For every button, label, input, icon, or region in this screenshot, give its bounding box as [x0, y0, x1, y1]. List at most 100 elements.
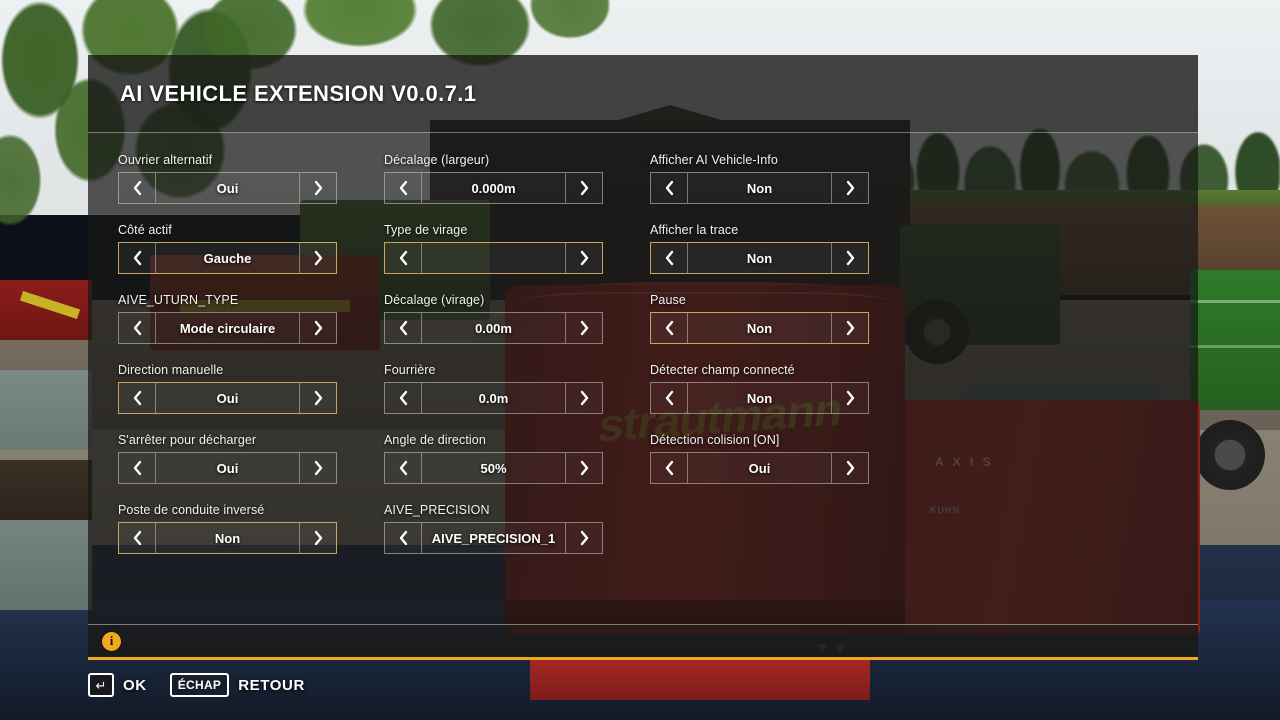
setting-label: Angle de direction: [384, 433, 486, 447]
chevron-right-icon[interactable]: [300, 453, 336, 483]
chevron-left-icon[interactable]: [385, 173, 421, 203]
chevron-right-icon[interactable]: [300, 243, 336, 273]
selector-value: Mode circulaire: [179, 320, 276, 336]
option-selector[interactable]: 0.00m: [384, 312, 603, 344]
foreground-panel-upper: [0, 370, 92, 450]
chevron-left-icon[interactable]: [651, 243, 687, 273]
selector-value: Non: [746, 180, 773, 196]
option-selector[interactable]: Mode circulaire: [118, 312, 337, 344]
setting-row: Angle de direction 50%: [384, 433, 603, 484]
option-selector[interactable]: Non: [650, 382, 869, 414]
setting-row: AIVE_UTURN_TYPE Mode circulaire: [118, 293, 337, 344]
chevron-left-icon[interactable]: [119, 173, 155, 203]
chevron-right-icon[interactable]: [832, 313, 868, 343]
chevron-right-icon[interactable]: [300, 523, 336, 553]
option-selector[interactable]: Oui: [118, 172, 337, 204]
option-selector[interactable]: AIVE_PRECISION_1: [384, 522, 603, 554]
chevron-left-icon[interactable]: [119, 383, 155, 413]
chevron-right-icon[interactable]: [300, 173, 336, 203]
spreader-base-plate: [530, 660, 870, 700]
setting-row: Décalage (virage) 0.00m: [384, 293, 603, 344]
selector-value: [422, 243, 565, 273]
enter-key-icon[interactable]: ↵: [88, 673, 114, 697]
info-icon[interactable]: i: [102, 631, 121, 651]
chevron-right-icon[interactable]: [832, 453, 868, 483]
selector-value: 0.000m: [471, 180, 516, 196]
chevron-right-icon[interactable]: [566, 453, 602, 483]
chevron-right-icon[interactable]: [832, 383, 868, 413]
setting-label: Afficher la trace: [650, 223, 739, 237]
option-selector[interactable]: 0.0m: [384, 382, 603, 414]
chevron-left-icon[interactable]: [119, 313, 155, 343]
setting-row: Fourrière 0.0m: [384, 363, 603, 414]
chevron-right-icon[interactable]: [300, 383, 336, 413]
chevron-left-icon[interactable]: [119, 453, 155, 483]
chevron-right-icon[interactable]: [566, 383, 602, 413]
selector-value: Non: [214, 530, 241, 546]
chevron-left-icon[interactable]: [651, 383, 687, 413]
option-selector[interactable]: Non: [650, 312, 869, 344]
chevron-left-icon[interactable]: [651, 173, 687, 203]
setting-label: AIVE_PRECISION: [384, 503, 490, 517]
option-selector[interactable]: Gauche: [118, 242, 337, 274]
option-selector[interactable]: Oui: [118, 452, 337, 484]
chevron-right-icon[interactable]: [566, 313, 602, 343]
option-selector[interactable]: 50%: [384, 452, 603, 484]
setting-row: Poste de conduite inversé Non: [118, 503, 337, 554]
option-selector[interactable]: Non: [650, 242, 869, 274]
column-right: Afficher AI Vehicle-Info Non Afficher la t…: [650, 153, 869, 573]
chevron-left-icon[interactable]: [385, 453, 421, 483]
setting-row: Ouvrier alternatif Oui: [118, 153, 337, 204]
settings-columns: Ouvrier alternatif Oui Côté actif Gauche AIV…: [118, 153, 1168, 573]
chevron-left-icon[interactable]: [119, 523, 155, 553]
dialog-header: AI VEHICLE EXTENSION V0.0.7.1: [88, 55, 1198, 133]
chevron-left-icon[interactable]: [385, 383, 421, 413]
setting-row: Décalage (largeur) 0.000m: [384, 153, 603, 204]
setting-row: Détection colision [ON] Oui: [650, 433, 869, 484]
green-trailer: [1190, 270, 1280, 410]
chevron-right-icon[interactable]: [566, 173, 602, 203]
setting-label: AIVE_UTURN_TYPE: [118, 293, 239, 307]
setting-label: Pause: [650, 293, 686, 307]
selector-value: Oui: [216, 390, 239, 406]
option-selector[interactable]: Oui: [118, 382, 337, 414]
chevron-right-icon[interactable]: [566, 523, 602, 553]
column-middle: Décalage (largeur) 0.000m Type de virage Dé…: [384, 153, 603, 573]
setting-label: Direction manuelle: [118, 363, 224, 377]
option-selector[interactable]: Non: [118, 522, 337, 554]
chevron-left-icon[interactable]: [651, 313, 687, 343]
setting-label: Ouvrier alternatif: [118, 153, 213, 167]
column-left: Ouvrier alternatif Oui Côté actif Gauche AIV…: [118, 153, 337, 573]
chevron-left-icon[interactable]: [119, 243, 155, 273]
escape-key-icon[interactable]: ÉCHAP: [169, 673, 230, 697]
chevron-left-icon[interactable]: [385, 523, 421, 553]
chevron-right-icon[interactable]: [832, 173, 868, 203]
back-button-label[interactable]: RETOUR: [238, 677, 305, 694]
selector-value: Gauche: [203, 250, 252, 266]
setting-row: S'arrêter pour décharger Oui: [118, 433, 337, 484]
action-bar: ↵ OK ÉCHAP RETOUR: [88, 668, 319, 702]
ok-button-label[interactable]: OK: [123, 677, 147, 694]
setting-label: Détection colision [ON]: [650, 433, 780, 447]
foreground-panel-dark: [0, 460, 92, 520]
chevron-left-icon[interactable]: [651, 453, 687, 483]
setting-row: Direction manuelle Oui: [118, 363, 337, 414]
setting-row: Afficher AI Vehicle-Info Non: [650, 153, 869, 204]
chevron-right-icon[interactable]: [832, 243, 868, 273]
page-title: AI VEHICLE EXTENSION V0.0.7.1: [120, 80, 477, 106]
chevron-right-icon[interactable]: [566, 243, 602, 273]
setting-label: Type de virage: [384, 223, 468, 237]
selector-value: Oui: [216, 180, 239, 196]
setting-row: Pause Non: [650, 293, 869, 344]
chevron-left-icon[interactable]: [385, 313, 421, 343]
selector-value: AIVE_PRECISION_1: [431, 530, 556, 546]
chevron-right-icon[interactable]: [300, 313, 336, 343]
option-selector[interactable]: [384, 242, 603, 274]
setting-row: AIVE_PRECISION AIVE_PRECISION_1: [384, 503, 603, 554]
option-selector[interactable]: Oui: [650, 452, 869, 484]
option-selector[interactable]: Non: [650, 172, 869, 204]
chevron-left-icon[interactable]: [385, 243, 421, 273]
trailer-stripe-lower: [1190, 345, 1280, 348]
setting-label: Fourrière: [384, 363, 436, 377]
option-selector[interactable]: 0.000m: [384, 172, 603, 204]
